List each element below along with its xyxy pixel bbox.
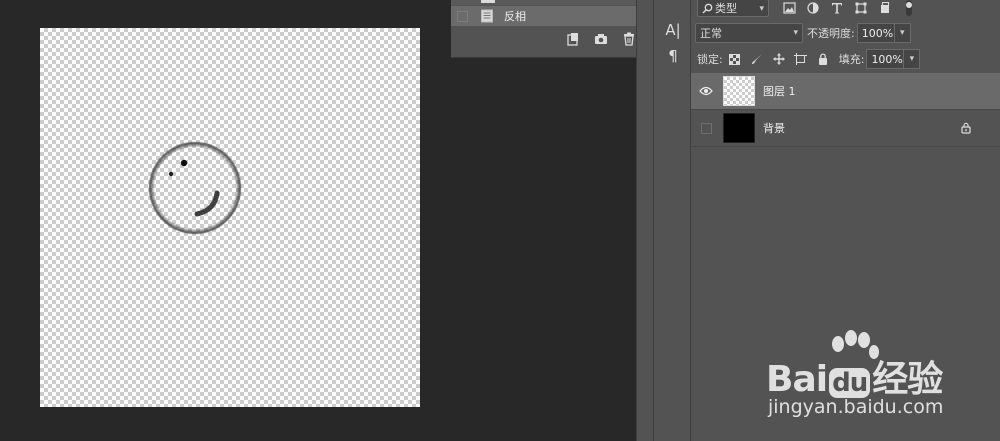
fill-dropdown-button[interactable]: ▾ [904,49,921,69]
shape-filter-icon[interactable] [853,0,869,16]
opacity-input[interactable]: 100% [856,23,895,43]
character-panel-button[interactable]: A| [663,20,683,40]
lock-label: 锁定: [697,53,723,66]
fill-label: 填充: [838,53,865,66]
collapsed-panel-strip: A| ¶ [636,0,690,441]
baidu-watermark: Bai du 经验 jingyan.baidu.com [766,330,986,430]
smiley-drawing [148,141,242,235]
history-step-previous[interactable] [451,0,637,5]
paragraph-panel-button[interactable]: ¶ [663,46,683,66]
chevron-down-icon: ▾ [909,54,915,64]
delete-state-button[interactable] [621,31,637,47]
layer-row[interactable]: 图层 1 [691,73,1000,110]
chevron-down-icon: ▾ [899,28,905,38]
camera-icon [595,34,607,44]
history-panel: 反相 [451,0,651,58]
opacity-dropdown-button[interactable]: ▾ [894,23,911,43]
document-icon [481,0,495,3]
type-filter-icon[interactable] [829,0,845,16]
layer-lock-icon [961,122,971,134]
chevron-down-icon: ▾ [759,4,764,14]
smart-object-filter-icon[interactable] [877,0,893,16]
watermark-brand-mid: du [829,368,871,398]
layer-filter-select[interactable]: 类型 ▾ [697,0,769,17]
document-workspace [0,0,636,441]
layer-visibility-toggle[interactable] [691,86,721,96]
lock-image-icon[interactable] [749,51,765,67]
blend-mode-select[interactable]: 正常 ▾ [695,23,803,43]
history-source-checkbox[interactable] [457,10,468,22]
lock-transparent-icon[interactable] [727,51,743,67]
panel-divider [653,0,654,441]
layer-name: 图层 1 [763,85,796,98]
eye-icon [699,86,713,96]
history-step-icon [481,9,493,23]
watermark-brand: Bai du 经验 [766,350,943,402]
watermark-brand-lead: Bai [766,359,828,400]
document-canvas[interactable] [40,28,420,407]
history-step-row[interactable]: 反相 [451,6,637,26]
new-document-from-state-button[interactable] [565,31,581,47]
adjustment-filter-icon[interactable] [805,0,821,16]
image-filter-icon[interactable] [781,0,797,16]
layer-filter-label: 类型 [715,2,737,15]
lock-position-icon[interactable] [771,51,787,67]
layer-list: 图层 1 背景 [691,73,1000,147]
visibility-empty-box [700,122,712,134]
filter-toggle-icon[interactable] [901,0,917,16]
history-step-label: 反相 [504,10,526,23]
chevron-down-icon: ▾ [793,28,798,38]
layer-visibility-toggle[interactable] [691,122,721,134]
blend-mode-value: 正常 [700,27,722,40]
new-snapshot-button[interactable] [593,31,609,47]
layer-thumbnail [723,76,755,106]
watermark-url: jingyan.baidu.com [768,396,944,418]
layer-thumbnail [723,113,755,143]
layer-row[interactable]: 背景 [691,110,1000,147]
search-icon [702,3,713,13]
fill-input[interactable]: 100% [866,49,905,69]
lock-all-icon[interactable] [815,51,831,67]
layer-name: 背景 [763,122,785,135]
lock-artboard-icon[interactable] [793,51,809,67]
new-document-icon [567,33,578,46]
trash-icon [624,32,634,46]
watermark-brand-tail: 经验 [872,359,943,400]
opacity-label: 不透明度: [807,27,855,40]
